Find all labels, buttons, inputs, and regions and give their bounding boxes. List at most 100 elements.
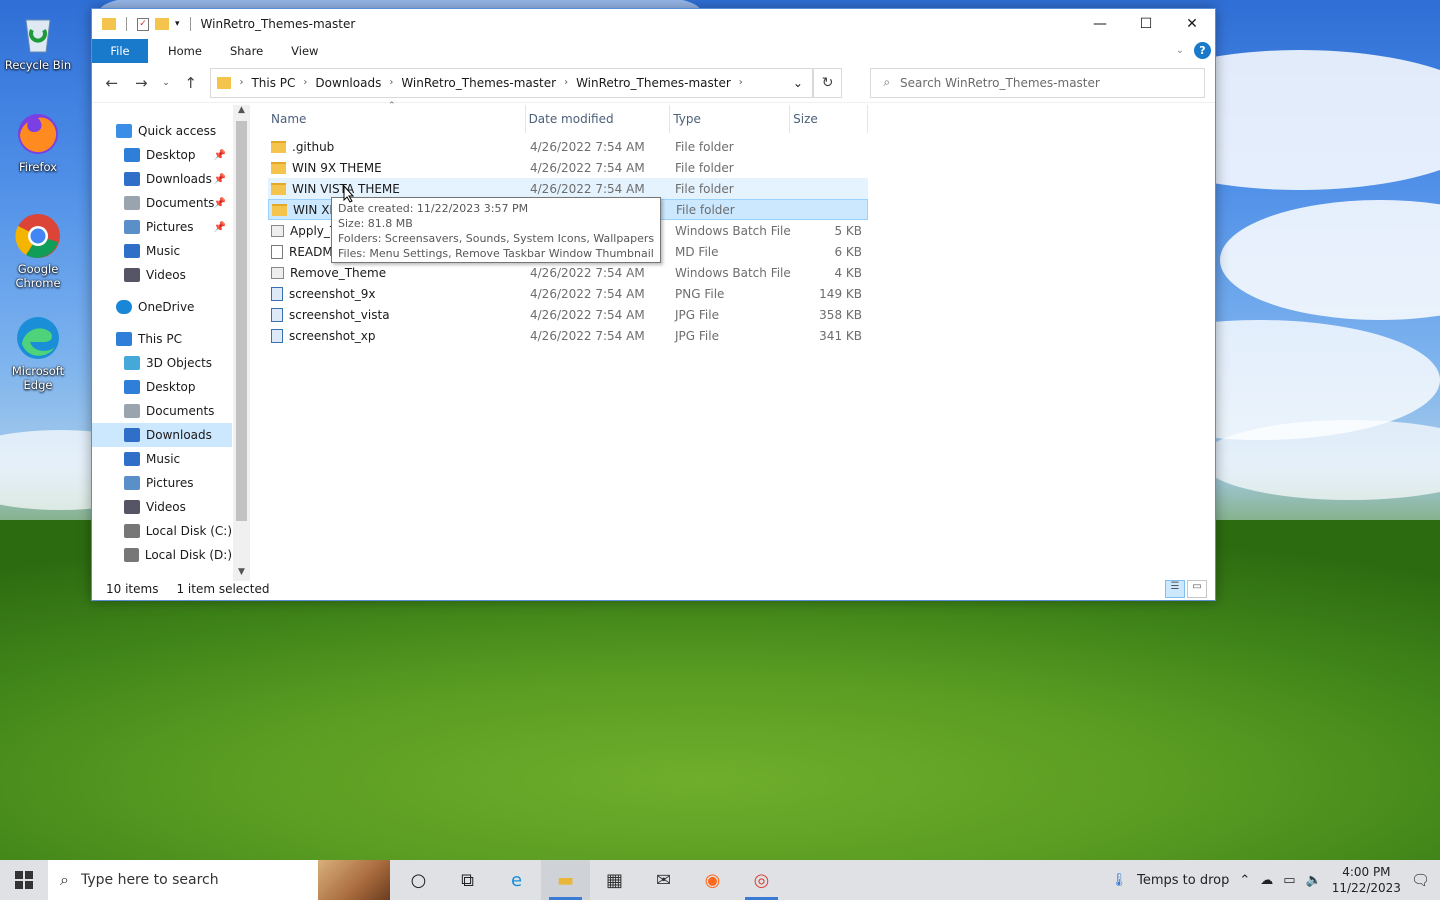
file-date: 4/26/2022 7:54 AM xyxy=(530,307,645,322)
expand-ribbon-icon[interactable]: ⌄ xyxy=(1176,45,1184,56)
file-row[interactable]: .github 4/26/2022 7:54 AM File folder xyxy=(268,136,868,157)
sidebar-item[interactable]: Quick access xyxy=(92,119,232,143)
large-icons-view-button[interactable]: ▭ xyxy=(1187,580,1207,598)
desktop-icon-edge[interactable]: Microsoft Edge xyxy=(0,314,76,392)
sidebar-item[interactable]: Local Disk (D:) xyxy=(92,543,232,567)
forward-button[interactable]: → xyxy=(132,74,152,92)
sidebar-item[interactable]: Desktop 📌 xyxy=(92,143,232,167)
network-icon[interactable]: ▭ xyxy=(1283,873,1295,888)
sidebar-item[interactable]: OneDrive xyxy=(92,295,232,319)
documents-icon xyxy=(124,196,140,210)
breadcrumb-winretro-inner[interactable]: WinRetro_Themes-master xyxy=(576,76,731,90)
help-button[interactable]: ? xyxy=(1194,42,1211,59)
desktop-icon xyxy=(124,148,140,162)
tab-share[interactable]: Share xyxy=(216,39,277,63)
file-row[interactable]: WIN VISTA THEME 4/26/2022 7:54 AM File fol… xyxy=(268,178,868,199)
maximize-button[interactable]: ☐ xyxy=(1123,9,1169,39)
sidebar-item[interactable]: Videos xyxy=(92,263,232,287)
taskbar-search-input[interactable]: Type here to search xyxy=(81,872,219,888)
sidebar-item[interactable]: Music xyxy=(92,447,232,471)
sidebar-item-label: Documents xyxy=(146,404,215,418)
notification-icon[interactable]: 🗨 xyxy=(1411,871,1430,889)
sidebar-item[interactable]: 3D Objects xyxy=(92,351,232,375)
scroll-up-icon[interactable]: ▲ xyxy=(233,105,250,119)
file-row[interactable]: screenshot_9x 4/26/2022 7:54 AM PNG File 14… xyxy=(268,283,868,304)
volume-muted-icon[interactable]: 🔈 xyxy=(1306,873,1322,888)
firefox-icon[interactable]: ◉ xyxy=(688,860,737,900)
store-icon[interactable]: ▦ xyxy=(590,860,639,900)
desktop-icon-recycle-bin[interactable]: Recycle Bin xyxy=(0,8,76,72)
column-name[interactable]: Name xyxy=(268,105,526,133)
clock[interactable]: 4:00 PM 11/22/2023 xyxy=(1332,864,1401,896)
column-type[interactable]: Type xyxy=(670,105,791,133)
breadcrumb-winretro[interactable]: WinRetro_Themes-master xyxy=(401,76,556,90)
back-button[interactable]: ← xyxy=(102,74,122,92)
mail-icon[interactable]: ✉ xyxy=(639,860,688,900)
nav-scrollbar[interactable]: ▲ ▼ xyxy=(233,105,250,581)
sidebar-item[interactable]: This PC xyxy=(92,327,232,351)
sidebar-item[interactable]: Desktop xyxy=(92,375,232,399)
edge-icon[interactable]: e xyxy=(492,860,541,900)
chrome-icon[interactable]: ◎ xyxy=(737,860,786,900)
file-row[interactable]: WIN 9X THEME 4/26/2022 7:54 AM File folder xyxy=(268,157,868,178)
column-date-modified[interactable]: Date modified xyxy=(526,105,671,133)
sidebar-item[interactable]: Downloads xyxy=(92,423,232,447)
sidebar-item[interactable]: Pictures 📌 xyxy=(92,215,232,239)
new-folder-icon[interactable] xyxy=(155,18,169,30)
folder-icon xyxy=(217,76,232,89)
details-view-button[interactable]: ☰ xyxy=(1165,580,1185,598)
file-row[interactable]: screenshot_xp 4/26/2022 7:54 AM JPG File 34… xyxy=(268,325,868,346)
image-file-icon xyxy=(271,286,283,301)
tab-file[interactable]: File xyxy=(92,39,148,63)
file-row[interactable]: Remove_Theme 4/26/2022 7:54 AM Windows Bat… xyxy=(268,262,868,283)
sidebar-item-label: Local Disk (D:) xyxy=(144,548,232,562)
address-bar[interactable]: › This PC › Downloads › WinRetro_Themes-… xyxy=(210,67,813,98)
chevron-up-icon[interactable]: ⌃ xyxy=(1239,873,1250,888)
tab-home[interactable]: Home xyxy=(148,39,216,63)
drive-icon xyxy=(124,524,140,538)
search-box[interactable]: ⌕ Search WinRetro_Themes-master xyxy=(870,67,1206,98)
weather-text[interactable]: Temps to drop xyxy=(1137,873,1229,888)
thermometer-icon: 🌡 xyxy=(1110,872,1128,888)
scroll-down-icon[interactable]: ▼ xyxy=(233,567,250,581)
breadcrumb-downloads[interactable]: Downloads xyxy=(315,76,381,90)
properties-icon[interactable]: ✓ xyxy=(137,17,149,31)
sidebar-item[interactable]: Downloads 📌 xyxy=(92,167,232,191)
tab-view[interactable]: View xyxy=(277,39,332,63)
close-button[interactable]: ✕ xyxy=(1169,9,1215,39)
computer-icon xyxy=(116,332,132,346)
desktop-icon-chrome[interactable]: Google Chrome xyxy=(0,212,76,290)
file-size: 6 KB xyxy=(834,244,862,259)
task-view-icon[interactable]: ⧉ xyxy=(443,860,492,900)
sidebar-item[interactable]: Music xyxy=(92,239,232,263)
start-button[interactable] xyxy=(0,860,48,900)
column-size[interactable]: Size xyxy=(790,105,868,133)
desktop-icon-firefox[interactable]: Firefox xyxy=(0,110,76,174)
breadcrumb-this-pc[interactable]: This PC xyxy=(251,76,295,90)
onedrive-tray-icon[interactable]: ☁ xyxy=(1260,873,1273,888)
sidebar-item[interactable]: Pictures xyxy=(92,471,232,495)
file-size: 4 KB xyxy=(834,265,862,280)
taskbar-search[interactable]: ⌕ Type here to search xyxy=(48,860,390,900)
sidebar-item-label: OneDrive xyxy=(138,300,195,314)
chevron-down-icon[interactable]: ▾ xyxy=(175,19,180,29)
search-icon: ⌕ xyxy=(60,870,69,889)
sidebar-item[interactable]: Videos xyxy=(92,495,232,519)
address-dropdown-icon[interactable]: ⌄ xyxy=(784,76,812,90)
sidebar-item[interactable]: Local Disk (C:) xyxy=(92,519,232,543)
sidebar-item[interactable]: Documents 📌 xyxy=(92,191,232,215)
sidebar-item[interactable]: Documents xyxy=(92,399,232,423)
file-name-cell: screenshot_vista xyxy=(268,307,526,322)
file-explorer-icon[interactable]: ▬ xyxy=(541,860,590,900)
file-type: JPG File xyxy=(675,328,719,343)
recent-locations-button[interactable]: ⌄ xyxy=(161,78,171,88)
item-count: 10 items xyxy=(106,582,159,596)
up-button[interactable]: ↑ xyxy=(181,74,201,92)
minimize-button[interactable]: — xyxy=(1077,9,1123,39)
scroll-thumb[interactable] xyxy=(236,121,247,521)
refresh-button[interactable]: ↻ xyxy=(812,67,843,98)
clock-date: 11/22/2023 xyxy=(1331,881,1401,895)
search-input[interactable]: Search WinRetro_Themes-master xyxy=(900,76,1100,90)
file-row[interactable]: screenshot_vista 4/26/2022 7:54 AM JPG Fil… xyxy=(268,304,868,325)
cortana-icon[interactable]: ○ xyxy=(394,860,443,900)
